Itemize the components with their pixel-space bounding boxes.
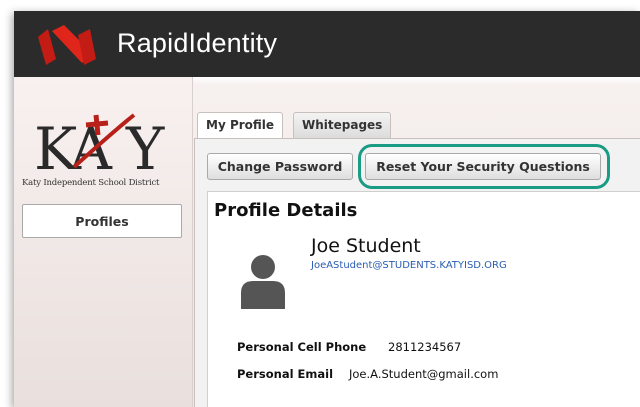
svg-text:Y: Y	[125, 115, 165, 173]
field-label-personal-email: Personal Email	[237, 367, 334, 381]
profile-panel: Change Password Reset Your Security Ques…	[194, 138, 640, 407]
tab-my-profile[interactable]: My Profile	[197, 112, 284, 139]
sidebar-item-profiles[interactable]: Profiles	[22, 204, 182, 238]
person-silhouette-icon	[241, 255, 285, 309]
app-title: RapidIdentity	[117, 28, 278, 58]
page-title: Profile Details	[214, 200, 358, 221]
field-value-cell-phone: 2811234567	[388, 340, 462, 354]
change-password-button[interactable]: Change Password	[207, 153, 353, 180]
main-area: K A Y Katy Independent School District P…	[14, 77, 640, 407]
reset-security-questions-button[interactable]: Reset Your Security Questions	[365, 153, 601, 180]
user-name: Joe Student	[311, 235, 421, 257]
user-email-link[interactable]: JoeAStudent@STUDENTS.KATYISD.ORG	[311, 260, 507, 271]
app-window: RapidIdentity K A Y Katy Independent Sch…	[14, 11, 640, 407]
sidebar: K A Y Katy Independent School District P…	[14, 77, 193, 407]
profile-card: Profile Details Joe Student JoeAStudent@…	[207, 191, 640, 407]
rapididentity-logo-icon	[38, 25, 96, 65]
field-value-personal-email: Joe.A.Student@gmail.com	[349, 367, 499, 381]
top-bar: RapidIdentity	[14, 11, 640, 77]
field-label-cell-phone: Personal Cell Phone	[237, 340, 367, 354]
katy-district-logo: K A Y	[34, 113, 165, 173]
tab-whitepages[interactable]: Whitepages	[293, 112, 392, 138]
district-name: Katy Independent School District	[22, 178, 160, 188]
